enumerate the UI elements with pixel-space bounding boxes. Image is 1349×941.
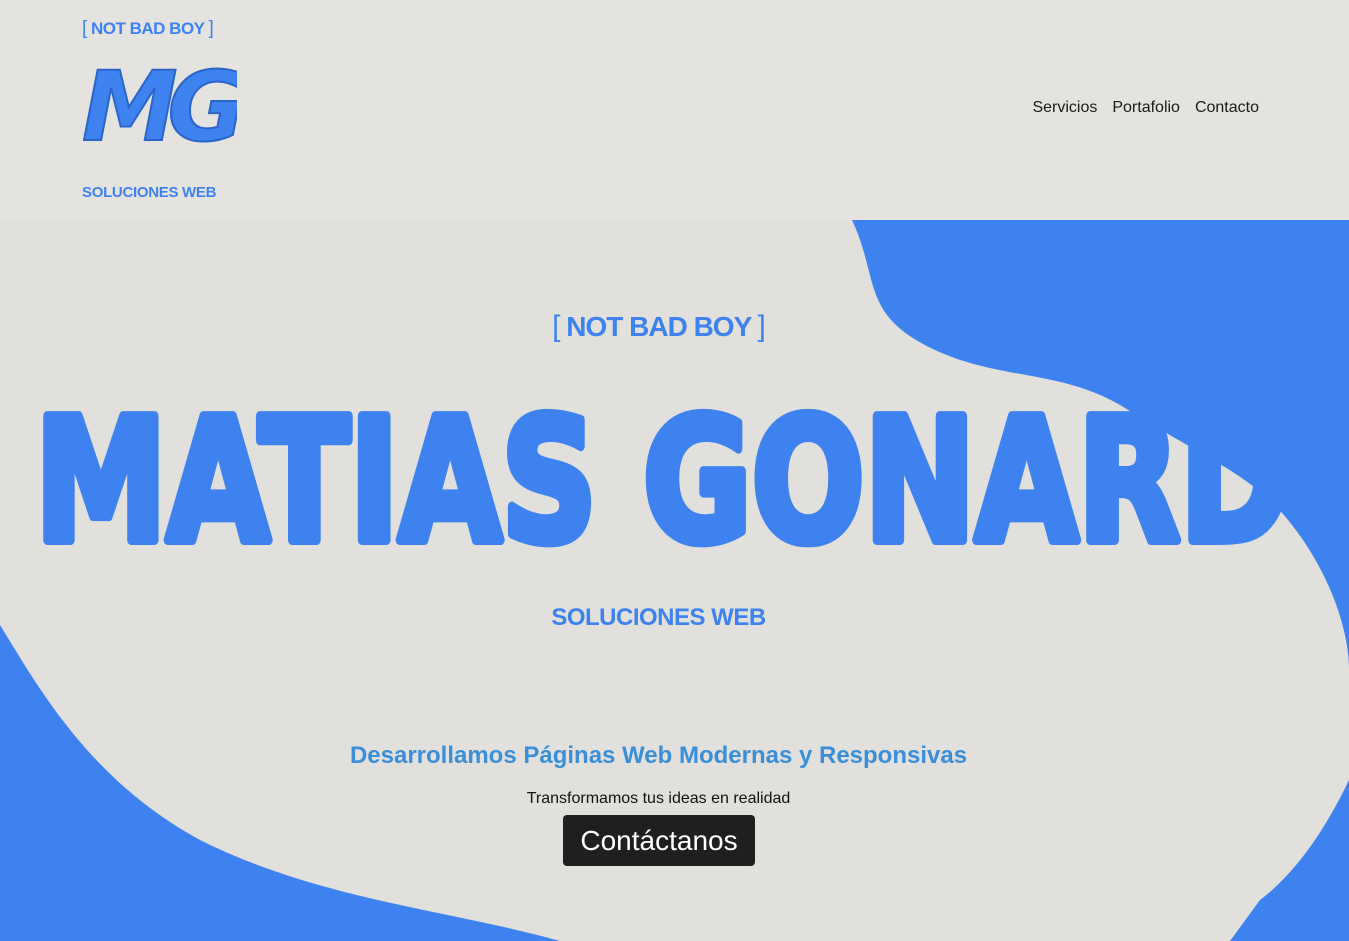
logo-bracket-open: [ [82, 18, 87, 39]
logo-tagline: [ NOT BAD BOY ] [82, 18, 214, 40]
main-nav: Servicios Portafolio Contacto [1032, 99, 1259, 117]
hero-section: [ NOT BAD BOY ] MATIAS GONARD SOLUCIONES… [0, 220, 1349, 941]
contact-button[interactable]: Contáctanos [563, 815, 755, 866]
hero-headline: Desarrollamos Páginas Web Modernas y Res… [349, 742, 968, 769]
hero-tagline: [ NOT BAD BOY ] [0, 310, 1317, 344]
hero-tag-text: NOT BAD BOY [566, 311, 751, 342]
nav-link-contacto[interactable]: Contacto [1195, 99, 1259, 117]
hero-bracket-close: ] [757, 310, 766, 343]
nav-link-portafolio[interactable]: Portafolio [1112, 99, 1180, 117]
hero-subtitle: SOLUCIONES WEB [551, 604, 766, 631]
logo-subtitle: SOLUCIONES WEB [82, 184, 217, 201]
logo-mark: MG [82, 52, 237, 152]
logo[interactable]: [ NOT BAD BOY ] MG SOLUCIONES WEB [82, 14, 252, 209]
hero-name: MATIAS GONARD [30, 378, 1295, 565]
logo-bracket-close: ] [208, 18, 214, 39]
hero-name-text: MATIAS GONARD [35, 383, 1290, 565]
logo-mark-text: MG [82, 52, 237, 152]
hero-bracket-open: [ [552, 310, 560, 343]
logo-tag-text: NOT BAD BOY [91, 19, 205, 38]
nav-link-servicios[interactable]: Servicios [1032, 99, 1097, 117]
site-header: [ NOT BAD BOY ] MG SOLUCIONES WEB Servic… [0, 0, 1349, 220]
hero-description: Transformamos tus ideas en realidad [526, 790, 791, 807]
